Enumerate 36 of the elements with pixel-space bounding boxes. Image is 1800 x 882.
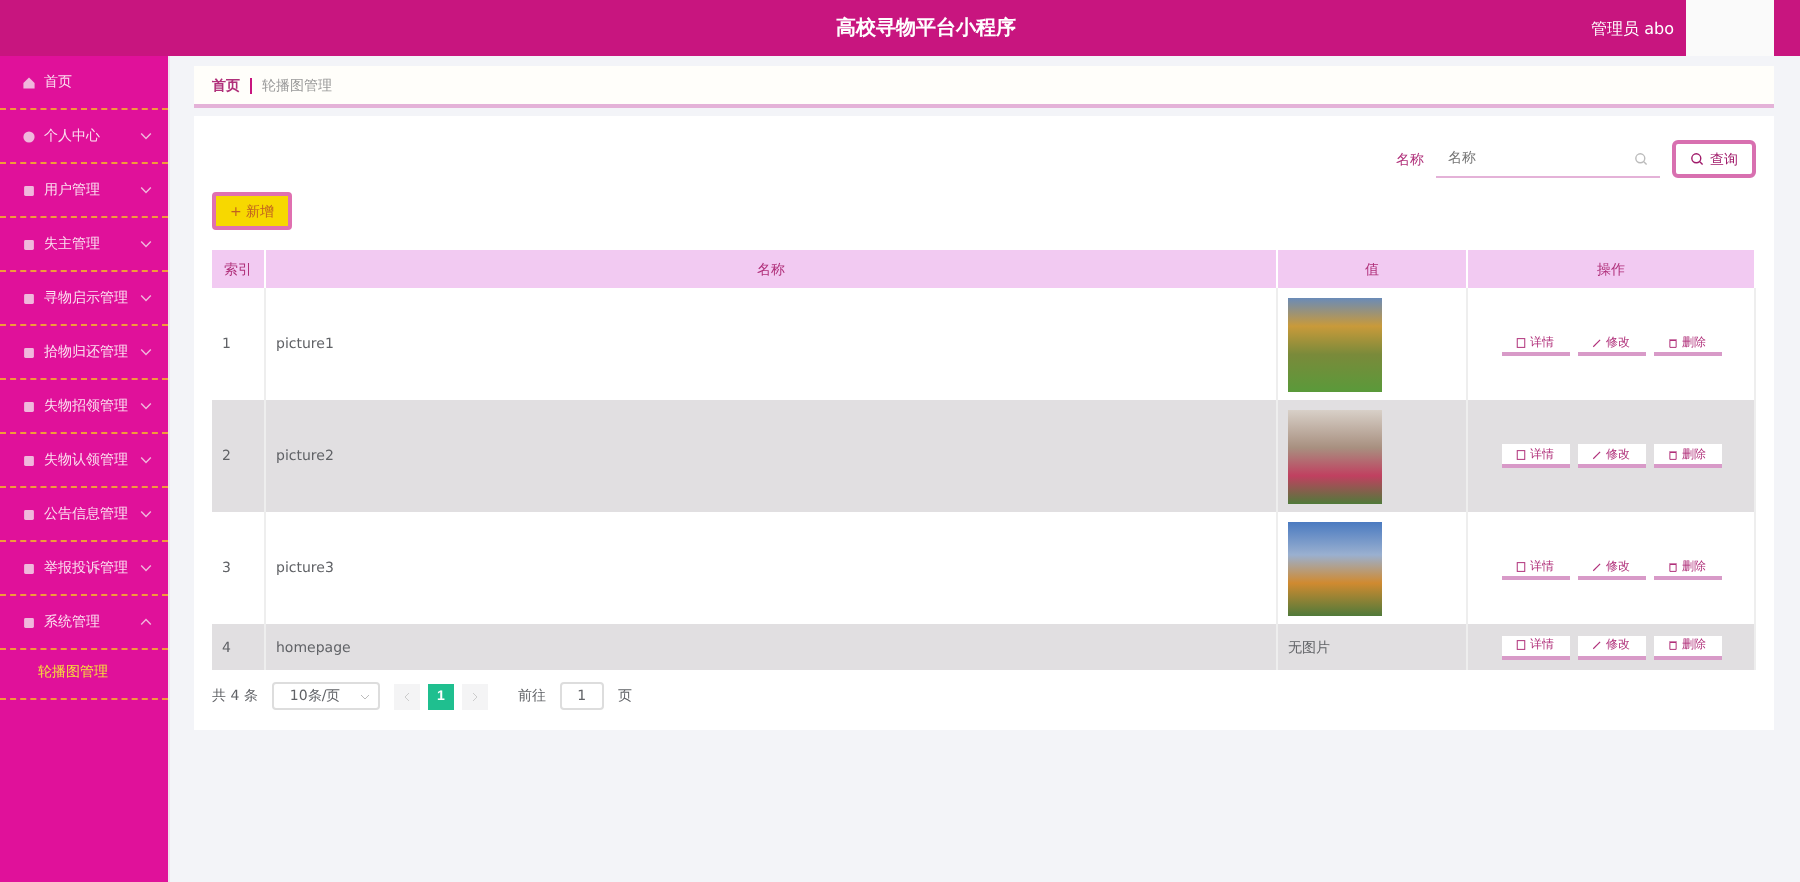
- trash-icon: [1668, 449, 1678, 459]
- menu-item-icon: [22, 237, 36, 251]
- pencil-icon: [1592, 337, 1602, 347]
- home-icon: [22, 75, 36, 89]
- chevron-right-icon: [471, 691, 478, 701]
- document-icon: [1516, 337, 1526, 347]
- menu-item-icon: [22, 615, 36, 629]
- menu-item-icon: [22, 399, 36, 413]
- pencil-icon: [1592, 640, 1602, 650]
- document-icon: [1516, 640, 1526, 650]
- next-page-button[interactable]: [461, 683, 488, 709]
- caret-icon: [359, 693, 370, 699]
- photo-placeholder: [1288, 521, 1382, 615]
- user-icon: [22, 129, 36, 143]
- pencil-icon: [1592, 561, 1602, 571]
- photo-placeholder: [1288, 409, 1382, 503]
- pencil-icon: [1592, 449, 1602, 459]
- menu-item-icon: [22, 345, 36, 359]
- header-button[interactable]: [1686, 0, 1774, 56]
- menu-item-icon: [22, 291, 36, 305]
- menu-item-icon: [22, 561, 36, 575]
- menu-item-icon: [22, 183, 36, 197]
- user-label: 管理员 abo: [1591, 17, 1674, 39]
- trash-icon: [1668, 337, 1678, 347]
- prev-page-button[interactable]: [393, 683, 420, 709]
- menu-item-icon: [22, 507, 36, 521]
- trash-icon: [1668, 561, 1678, 571]
- photo-placeholder: [1288, 297, 1382, 391]
- search-icon: [1690, 152, 1704, 166]
- document-icon: [1516, 449, 1526, 459]
- search-icon: [1634, 151, 1648, 165]
- trash-icon: [1668, 640, 1678, 650]
- app-title: 高校寻物平台小程序: [833, 14, 1018, 42]
- menu-item-icon: [22, 453, 36, 467]
- chevron-left-icon: [403, 691, 410, 701]
- document-icon: [1516, 561, 1526, 571]
